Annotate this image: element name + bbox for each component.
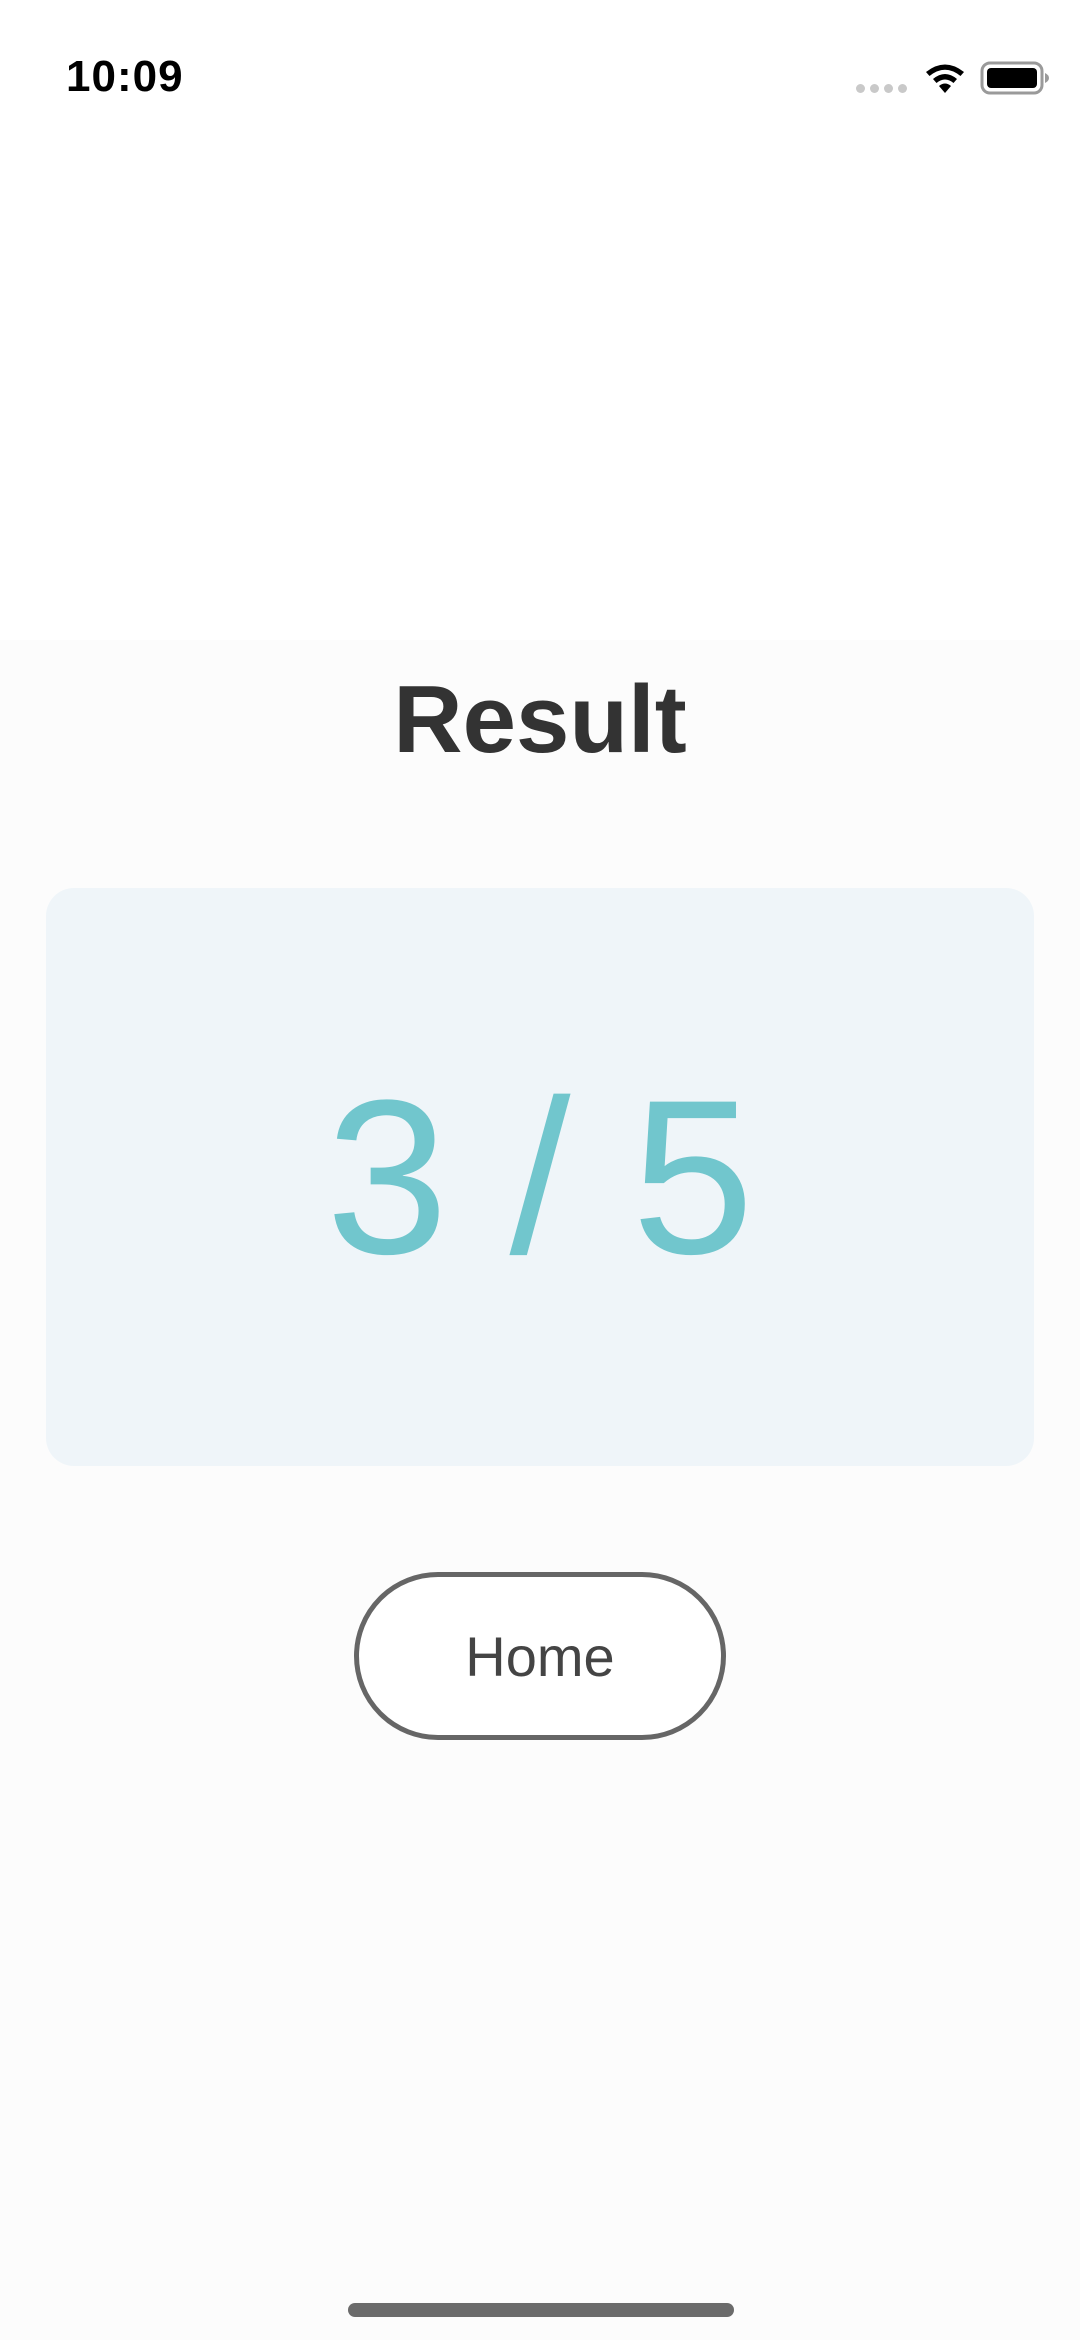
home-button[interactable]: Home [354,1572,726,1740]
score-card: 3 / 5 [46,888,1034,1466]
status-time: 10:09 [66,52,184,101]
score-value: 3 / 5 [325,1054,755,1300]
battery-icon [980,61,1049,95]
wifi-icon [926,64,964,93]
page-title: Result [393,666,687,773]
status-bar: 10:09 [0,0,1080,160]
signal-dots-icon [856,84,908,94]
home-indicator[interactable] [348,2303,734,2317]
